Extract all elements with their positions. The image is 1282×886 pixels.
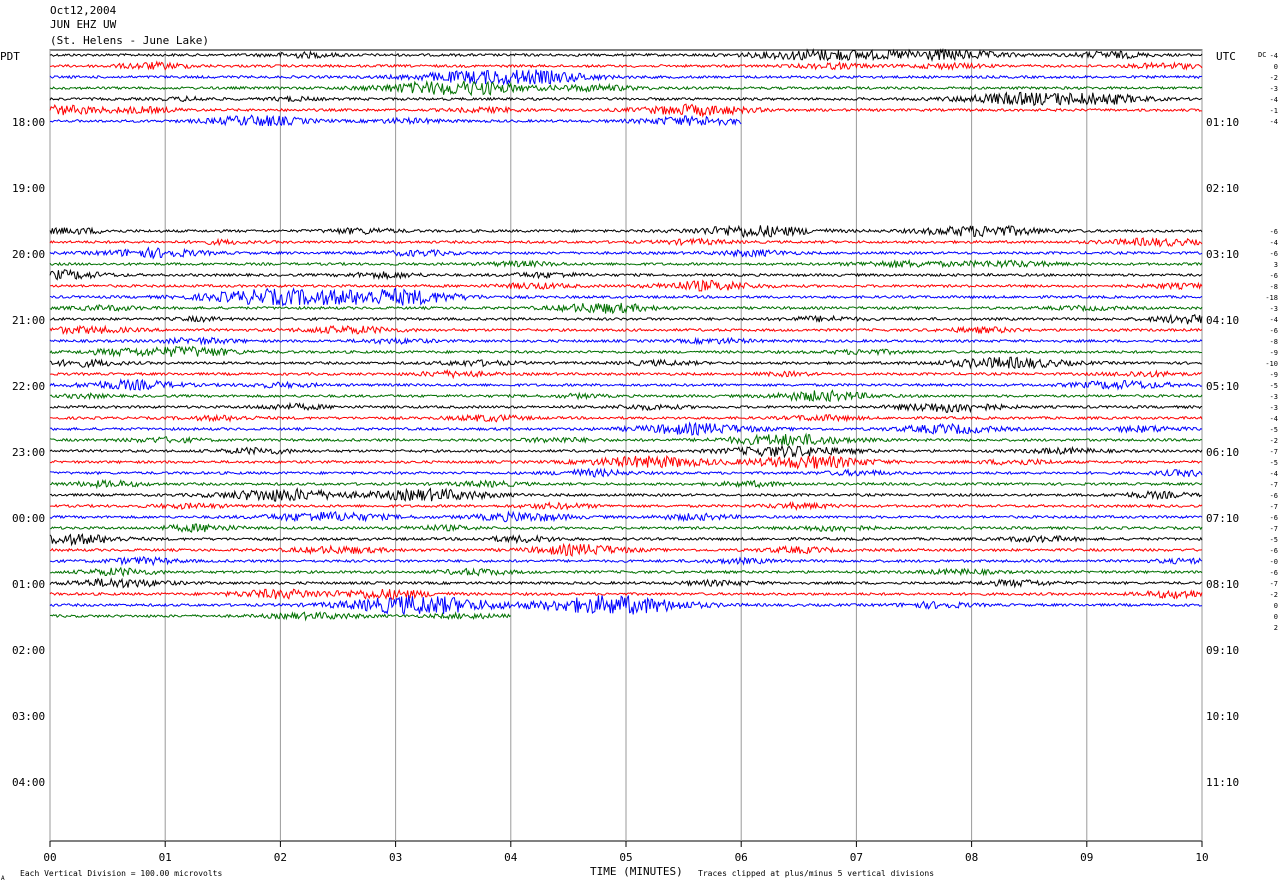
dc-offset-label: -2	[1270, 591, 1278, 599]
helicorder-chart: Oct12,2004 JUN EHZ UW (St. Helens - June…	[0, 4, 1278, 882]
dc-offset-label: -9	[1270, 349, 1278, 357]
dc-offset-label: -6	[1270, 250, 1278, 258]
dc-offset-label: -5	[1270, 536, 1278, 544]
x-tick-label: 07	[850, 851, 863, 864]
dc-offset-label: 0	[1274, 613, 1278, 621]
pdt-hour-label: 20:00	[12, 248, 45, 261]
pdt-hour-label: 04:00	[12, 776, 45, 789]
pdt-hour-label: 02:00	[12, 644, 45, 657]
pdt-hour-label: 18:00	[12, 116, 45, 129]
x-tick-label: 10	[1195, 851, 1208, 864]
dc-offset-label: -9	[1270, 371, 1278, 379]
dc-offset-label: -7	[1270, 580, 1278, 588]
utc-hour-label: 10:10	[1206, 710, 1239, 723]
dc-offset-label: -6	[1270, 272, 1278, 280]
x-tick-label: 01	[159, 851, 172, 864]
utc-hour-label: 05:10	[1206, 380, 1239, 393]
dc-offset-label: -5	[1270, 426, 1278, 434]
dc-offset-label: 2	[1274, 624, 1278, 632]
utc-hour-label: 01:10	[1206, 116, 1239, 129]
station-name: (St. Helens - June Lake)	[50, 34, 209, 47]
dc-offset-label: -0	[1270, 558, 1278, 566]
dc-offset-label: -6	[1270, 547, 1278, 555]
dc-offset-label: 0	[1274, 63, 1278, 71]
dc-offset-label: -2	[1270, 437, 1278, 445]
dc-offset-label: -3	[1270, 305, 1278, 313]
dc-offset-label: -8	[1270, 283, 1278, 291]
dc-offset-label: -5	[1270, 459, 1278, 467]
pdt-hour-label: 23:00	[12, 446, 45, 459]
utc-hour-label: 03:10	[1206, 248, 1239, 261]
utc-hour-label: 11:10	[1206, 776, 1239, 789]
utc-hour-label: 09:10	[1206, 644, 1239, 657]
utc-hour-label: 08:10	[1206, 578, 1239, 591]
dc-offset-label: -3	[1270, 85, 1278, 93]
dc-offset-label: -7	[1270, 448, 1278, 456]
x-tick-label: 08	[965, 851, 978, 864]
pdt-hour-label: 19:00	[12, 182, 45, 195]
plot-grid	[49, 49, 1203, 842]
dc-offset-label: -5	[1270, 382, 1278, 390]
station-code: JUN EHZ UW	[50, 18, 117, 31]
pdt-hour-label: 03:00	[12, 710, 45, 723]
x-tick-label: 00	[43, 851, 56, 864]
dc-offset-label: -10	[1265, 360, 1278, 368]
dc-offset-label: -1	[1270, 107, 1278, 115]
x-axis-title: TIME (MINUTES)	[590, 865, 683, 878]
pdt-hour-label: 22:00	[12, 380, 45, 393]
dc-offset-label: -6	[1270, 492, 1278, 500]
dc-offset-label: -4	[1270, 415, 1278, 423]
right-timezone-label: UTC	[1216, 50, 1236, 63]
x-tick-label: 04	[504, 851, 518, 864]
axis-labels: 00 01 02 03 04 05 06 07 08 09 1018:0019:0020:0021:…	[12, 52, 1278, 864]
pdt-hour-label: 00:00	[12, 512, 45, 525]
dc-offset-label: -6	[1270, 514, 1278, 522]
dc-offset-label: -7	[1270, 481, 1278, 489]
utc-hour-label: 02:10	[1206, 182, 1239, 195]
dc-offset-label: -7	[1270, 525, 1278, 533]
dc-offset-label: -4	[1270, 316, 1278, 324]
dc-offset-label: -7	[1270, 503, 1278, 511]
dc-offset-label: 3	[1274, 261, 1278, 269]
dc-offset-label: -3	[1270, 393, 1278, 401]
dc-offset-label: -4	[1270, 96, 1278, 104]
dc-offset-label: 0	[1274, 602, 1278, 610]
footer-clip-note: Traces clipped at plus/minus 5 vertical …	[698, 869, 934, 878]
dc-offset-label: -6	[1270, 228, 1278, 236]
dc-offset-label: -4	[1270, 52, 1278, 60]
pdt-hour-label: 01:00	[12, 578, 45, 591]
utc-hour-label: 06:10	[1206, 446, 1239, 459]
x-tick-label: 02	[274, 851, 287, 864]
dc-label: DC	[1258, 51, 1266, 59]
dc-offset-label: -3	[1270, 404, 1278, 412]
dc-offset-label: -4	[1270, 118, 1278, 126]
dc-offset-label: -2	[1270, 74, 1278, 82]
x-tick-label: 06	[735, 851, 748, 864]
utc-hour-label: 04:10	[1206, 314, 1239, 327]
x-tick-label: 03	[389, 851, 402, 864]
corner-mark: A	[1, 875, 5, 882]
utc-hour-label: 07:10	[1206, 512, 1239, 525]
x-tick-label: 09	[1080, 851, 1093, 864]
x-tick-label: 05	[619, 851, 632, 864]
left-timezone-label: PDT	[0, 50, 20, 63]
dc-offset-label: -6	[1270, 327, 1278, 335]
pdt-hour-label: 21:00	[12, 314, 45, 327]
station-date: Oct12,2004	[50, 4, 117, 17]
dc-offset-label: -8	[1270, 338, 1278, 346]
dc-offset-label: -6	[1270, 569, 1278, 577]
dc-offset-label: -4	[1270, 470, 1278, 478]
footer-scale-note: Each Vertical Division = 100.00 microvol…	[20, 869, 222, 878]
dc-offset-label: -18	[1265, 294, 1278, 302]
dc-offset-label: -4	[1270, 239, 1278, 247]
